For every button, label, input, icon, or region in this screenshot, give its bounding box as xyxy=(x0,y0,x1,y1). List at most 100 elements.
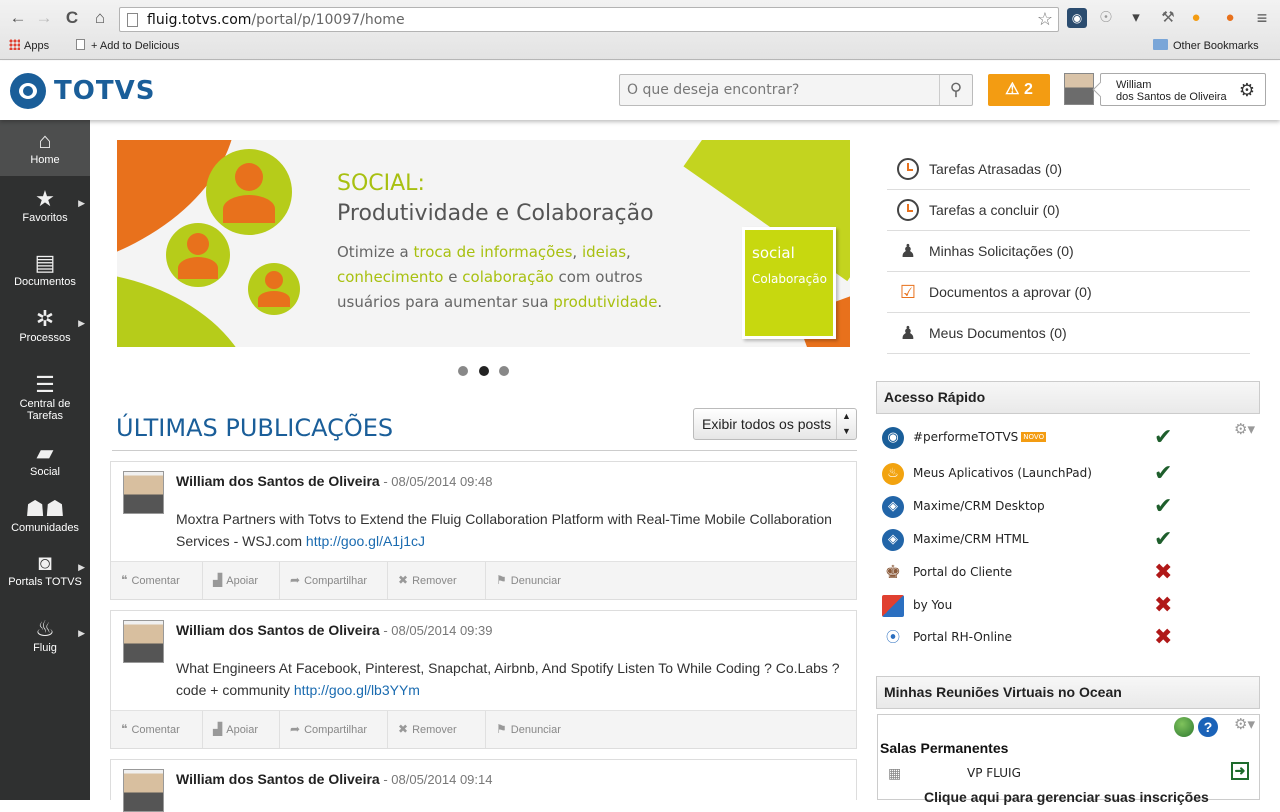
sidebar-item-portals-totvs[interactable]: ◙ Portals TOTVS ▶ xyxy=(0,550,90,596)
sidebar-item-central-tarefas[interactable]: ☰ Central de Tarefas xyxy=(0,372,90,428)
post-date: - 08/05/2014 09:39 xyxy=(379,623,493,638)
menu-icon[interactable]: ≡ xyxy=(1252,8,1272,28)
home-icon: ⌂ xyxy=(38,128,52,153)
app-header: TOTVS ⚲ ⚠ 2 Williamdos Santos de Oliveir… xyxy=(0,61,1280,120)
help-icon[interactable]: ? xyxy=(1198,717,1218,737)
thumbs-up-icon: ▟ xyxy=(213,573,223,587)
banner-subtitle: Produtividade e Colaboração xyxy=(337,201,654,226)
sidebar-item-fluig[interactable]: ♨ Fluig ▶ xyxy=(0,616,90,662)
posts-filter-select[interactable]: Exibir todos os posts ▲ ▼ xyxy=(693,408,857,440)
extension-icon[interactable]: ● xyxy=(1220,8,1240,28)
post-link[interactable]: http://goo.gl/lb3YYm xyxy=(294,682,420,698)
quick-access-item[interactable]: ⦿ Portal RH-Online ✖ xyxy=(880,624,1200,654)
task-item[interactable]: ♟ Meus Documentos (0) xyxy=(887,313,1250,354)
carousel-dot[interactable] xyxy=(499,366,509,376)
sidebar-item-home[interactable]: ⌂ Home xyxy=(0,120,90,176)
bookmark-apps[interactable]: Apps xyxy=(9,39,49,52)
gear-icon[interactable]: ⚙ xyxy=(1239,80,1255,101)
task-item[interactable]: Tarefas Atrasadas (0) xyxy=(887,149,1250,190)
avatar[interactable] xyxy=(123,769,164,812)
address-bar[interactable]: fluig.totvs.com/portal/p/10097/home ☆ xyxy=(119,7,1059,32)
sidebar-item-processos[interactable]: ✲ Processos ▶ xyxy=(0,306,90,354)
bookmark-delicious[interactable]: + Add to Delicious xyxy=(76,39,179,52)
search-box: ⚲ xyxy=(619,74,973,106)
bookmark-star-icon[interactable]: ☆ xyxy=(1037,9,1053,30)
post-author[interactable]: William dos Santos de Oliveira - 08/05/2… xyxy=(176,473,492,489)
remove-button[interactable]: ✖ Remover xyxy=(388,562,486,599)
url-text[interactable]: fluig.totvs.com/portal/p/10097/home xyxy=(147,12,405,28)
avatar[interactable] xyxy=(1064,73,1094,105)
quick-access-item[interactable]: by You ✖ xyxy=(880,592,1200,622)
forward-icon[interactable]: → xyxy=(34,7,54,29)
documents-icon: ▤ xyxy=(34,250,56,275)
task-item[interactable]: ♟ Minhas Solicitações (0) xyxy=(887,231,1250,272)
sidebar-item-favoritos[interactable]: ★ Favoritos ▶ xyxy=(0,186,90,234)
comment-button[interactable]: ❝ Comentar xyxy=(111,711,203,748)
person-icon xyxy=(206,149,292,235)
task-item[interactable]: ☑ Documentos a aprovar (0) xyxy=(887,272,1250,313)
sidebar-item-documentos[interactable]: ▤ Documentos xyxy=(0,250,90,298)
item-label: Portal RH-Online xyxy=(913,630,1013,644)
report-button[interactable]: ⚑ Denunciar xyxy=(486,562,571,599)
post-author[interactable]: William dos Santos de Oliveira - 08/05/2… xyxy=(176,771,492,787)
enter-room-icon[interactable]: ➜ xyxy=(1231,762,1249,780)
post-link[interactable]: http://goo.gl/A1j1cJ xyxy=(306,533,425,549)
x-icon: ✖ xyxy=(1154,625,1173,650)
avatar[interactable] xyxy=(123,471,164,514)
globe-icon[interactable] xyxy=(1174,717,1194,737)
star-icon: ★ xyxy=(35,186,55,211)
extension-icon[interactable]: ◉ xyxy=(1067,8,1087,28)
quick-access-item[interactable]: ◈ Maxime/CRM HTML ✔ xyxy=(880,526,1200,556)
avatar[interactable] xyxy=(123,620,164,663)
room-name[interactable]: VP FLUIG xyxy=(967,766,1021,780)
comment-icon: ❝ xyxy=(121,722,128,736)
sidebar-item-social[interactable]: ▰ Social xyxy=(0,440,90,484)
bookmark-other[interactable]: Other Bookmarks xyxy=(1153,39,1259,52)
banner-title: SOCIAL: xyxy=(337,171,425,196)
task-label: Tarefas Atrasadas (0) xyxy=(929,161,1063,177)
gear-icon[interactable]: ⚙▾ xyxy=(1234,715,1255,733)
back-icon[interactable]: ← xyxy=(8,7,28,29)
search-icon[interactable]: ⚲ xyxy=(939,75,972,105)
extension-icon[interactable]: ☉ xyxy=(1096,8,1116,28)
share-icon: ➦ xyxy=(290,573,301,587)
search-input[interactable] xyxy=(620,75,940,105)
remove-button[interactable]: ✖ Remover xyxy=(388,711,486,748)
gear-icon[interactable]: ⚙▾ xyxy=(1234,420,1255,438)
post-author[interactable]: William dos Santos de Oliveira - 08/05/2… xyxy=(176,622,492,638)
quick-access-item[interactable]: ♨ Meus Aplicativos (LaunchPad) ✔ xyxy=(880,460,1200,490)
post-actions: ❝ Comentar ▟ Apoiar ➦ Compartilhar ✖ Remover… xyxy=(111,710,856,748)
community-icon: ☗☗ xyxy=(25,496,65,521)
pocket-icon[interactable]: ▾ xyxy=(1126,8,1146,28)
sidebar-item-label: Fluig xyxy=(33,642,57,654)
comment-button[interactable]: ❝ Comentar xyxy=(111,562,203,599)
user-menu[interactable]: William dos Santos de Oliveira ⚙ xyxy=(1100,73,1266,106)
report-button[interactable]: ⚑ Denunciar xyxy=(486,711,571,748)
quick-access-item[interactable]: ♚ Portal do Cliente ✖ xyxy=(880,559,1200,589)
share-button[interactable]: ➦ Compartilhar xyxy=(280,711,388,748)
quick-access-item[interactable]: ◈ Maxime/CRM Desktop ✔ xyxy=(880,493,1200,523)
sidebar-item-comunidades[interactable]: ☗☗ Comunidades xyxy=(0,496,90,540)
banner-carousel[interactable]: SOCIAL: Produtividade e Colaboração Otim… xyxy=(117,140,850,347)
banner-social-card: social Colaboração xyxy=(742,227,836,339)
chevron-right-icon: ▶ xyxy=(78,562,85,572)
tools-icon[interactable]: ⚒ xyxy=(1158,8,1178,28)
support-button[interactable]: ▟ Apoiar xyxy=(203,562,280,599)
home-icon[interactable]: ⌂ xyxy=(90,7,110,29)
extension-icon[interactable]: ● xyxy=(1186,8,1206,28)
post-actions: ❝ Comentar ▟ Apoiar ➦ Compartilhar ✖ Remover… xyxy=(111,561,856,599)
carousel-dot[interactable] xyxy=(458,366,468,376)
quick-access-item[interactable]: ◉ #performeTOTVS NOVO ✔ xyxy=(880,424,1200,454)
logo-mark-icon xyxy=(10,73,46,109)
manage-subscriptions-link[interactable]: Clique aqui para gerenciar suas inscriçõ… xyxy=(924,789,1209,805)
person-icon xyxy=(166,223,230,287)
share-button[interactable]: ➦ Compartilhar xyxy=(280,562,388,599)
sidebar-item-label: Tarefas xyxy=(26,410,64,422)
support-button[interactable]: ▟ Apoiar xyxy=(203,711,280,748)
carousel-dot-active[interactable] xyxy=(479,366,489,376)
post-date: - 08/05/2014 09:48 xyxy=(379,474,493,489)
alerts-button[interactable]: ⚠ 2 xyxy=(988,74,1050,106)
task-item[interactable]: Tarefas a concluir (0) xyxy=(887,190,1250,231)
reload-icon[interactable]: C xyxy=(62,7,82,29)
comment-icon: ❝ xyxy=(121,573,128,587)
